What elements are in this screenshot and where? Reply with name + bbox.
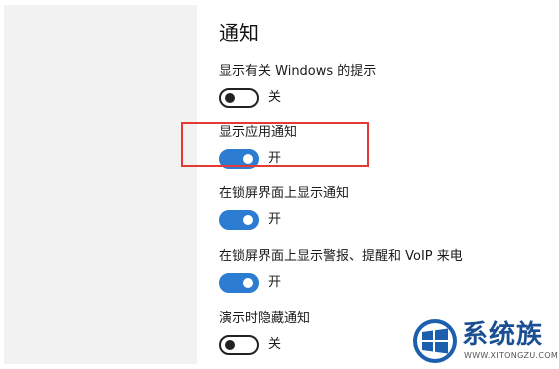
notifications-panel: 通知 显示有关 Windows 的提示 关 显示应用通知 开 在锁屏界面上显示通… xyxy=(219,0,555,369)
site-watermark: 系统族 WWW.XITONGZU.COM xyxy=(412,318,559,364)
toggle-switch-hide-while-presenting[interactable] xyxy=(219,335,259,355)
toggle-state-label: 关 xyxy=(268,90,282,105)
watermark-brand-url: WWW.XITONGZU.COM xyxy=(464,351,559,360)
setting-label: 在锁屏界面上显示通知 xyxy=(219,186,350,201)
toggle-knob xyxy=(225,93,235,103)
section-title: 通知 xyxy=(219,21,259,45)
toggle-switch-lockscreen-notifications[interactable] xyxy=(219,210,259,230)
toggle-row: 开 xyxy=(219,210,281,230)
toggle-row: 关 xyxy=(219,335,281,355)
watermark-brand-cn: 系统族 xyxy=(462,320,544,350)
toggle-knob xyxy=(243,278,253,288)
windows-logo-icon xyxy=(413,319,457,363)
settings-sidebar xyxy=(4,5,197,364)
setting-lockscreen-alerts-voip: 在锁屏界面上显示警报、提醒和 VoIP 来电 开 xyxy=(219,248,549,300)
highlight-annotation-box xyxy=(181,122,369,167)
toggle-row: 开 xyxy=(219,273,281,293)
toggle-state-label: 关 xyxy=(268,337,282,352)
setting-label: 显示有关 Windows 的提示 xyxy=(219,64,377,79)
toggle-state-label: 开 xyxy=(268,212,282,227)
toggle-row: 关 xyxy=(219,88,281,108)
toggle-state-label: 开 xyxy=(268,275,282,290)
toggle-switch-windows-tips[interactable] xyxy=(219,88,259,108)
toggle-knob xyxy=(243,215,253,225)
settings-window: 通知 显示有关 Windows 的提示 关 显示应用通知 开 在锁屏界面上显示通… xyxy=(0,0,559,369)
setting-windows-tips: 显示有关 Windows 的提示 关 xyxy=(219,63,549,115)
toggle-knob xyxy=(225,340,235,350)
setting-label: 演示时隐藏通知 xyxy=(219,311,311,326)
setting-lockscreen-notifications: 在锁屏界面上显示通知 开 xyxy=(219,185,549,237)
setting-label: 在锁屏界面上显示警报、提醒和 VoIP 来电 xyxy=(219,249,463,264)
toggle-switch-lockscreen-alerts[interactable] xyxy=(219,273,259,293)
